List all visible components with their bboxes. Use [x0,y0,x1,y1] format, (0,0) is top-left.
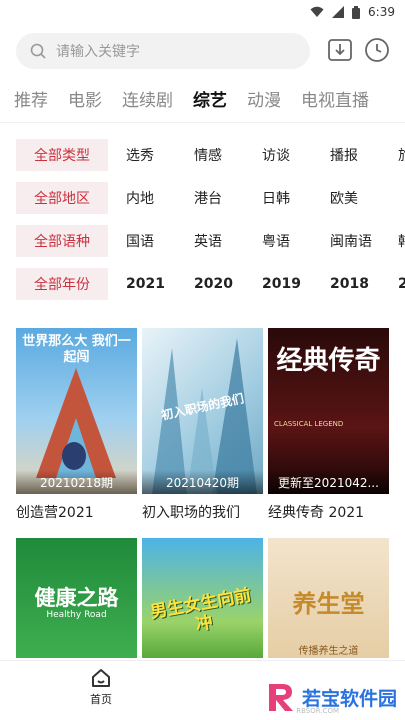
poster-title-text: 世界那么大 我们一起闯 [22,334,131,365]
watermark-logo-icon [268,684,293,711]
poster-title-text: 健康之路 [34,586,119,610]
content-card[interactable]: 养生堂 传播养生之道 [268,538,389,658]
signal-icon [332,6,345,18]
tab-recommend[interactable]: 推荐 [14,86,48,116]
poster-image: 养生堂 传播养生之道 [268,538,389,658]
wifi-icon [310,6,324,17]
filter-option[interactable]: 港台 [194,188,244,208]
content-card[interactable]: 世界那么大 我们一起闯 20210218期 创造营2021 [16,328,137,522]
tab-movie[interactable]: 电影 [68,86,102,116]
filter-head-language[interactable]: 全部语种 [16,225,108,257]
filter-option[interactable]: 2018 [330,276,380,292]
poster-image: 世界那么大 我们一起闯 20210218期 [16,328,137,494]
filter-option[interactable]: 访谈 [262,145,312,165]
search-input[interactable]: 请输入关键字 [16,33,310,69]
search-icon [30,43,46,59]
filter-option[interactable]: 2019 [262,276,312,292]
filter-option[interactable]: 英语 [194,231,244,251]
status-bar: 6:39 [0,0,405,24]
search-row: 请输入关键字 [16,33,393,69]
poster-title-text: 经典传奇 [276,346,381,376]
poster-title-text: 男生女生向前冲 [148,585,253,636]
filter-option[interactable]: 20 [398,276,405,292]
filter-option[interactable]: 欧美 [330,188,380,208]
filter-option[interactable]: 内地 [126,188,176,208]
filter-option[interactable]: 旅游 [398,145,405,165]
tab-variety[interactable]: 综艺 [193,86,227,116]
tab-series[interactable]: 连续剧 [122,86,173,116]
filter-option[interactable]: 选秀 [126,145,176,165]
battery-icon [352,5,361,19]
filter-option[interactable]: 韩 [398,231,405,251]
filter-row-type: 全部类型 选秀 情感 访谈 播报 旅游 [16,139,405,171]
poster-image: 健康之路 Healthy Road [16,538,137,658]
poster-subtitle-text: Healthy Road [46,610,107,620]
watermark-url: RBSOR.COM [296,707,339,715]
filter-option[interactable]: 日韩 [262,188,312,208]
card-title: 初入职场的我们 [142,505,240,521]
filter-row-language: 全部语种 国语 英语 粤语 闽南语 韩 [16,225,405,257]
filter-option[interactable]: 2021 [126,276,176,292]
filter-row-region: 全部地区 内地 港台 日韩 欧美 [16,182,405,214]
tab-tv-live[interactable]: 电视直播 [301,86,369,116]
history-icon[interactable] [363,36,391,64]
poster-caption: 20210218期 [16,470,137,494]
content-card[interactable]: 健康之路 Healthy Road [16,538,137,658]
watermark: 若宝软件园 RBSOR.COM [264,680,397,715]
filter-option[interactable]: 播报 [330,145,380,165]
poster-subtitle-text: CLASSICAL LEGEND [274,420,344,428]
nav-home-label: 首页 [90,693,112,706]
bottom-nav: 首页 若宝软件园 RBSOR.COM [0,660,405,720]
poster-image: 男生女生向前冲 [142,538,263,658]
poster-caption: 更新至2021042... [268,470,389,494]
home-icon [92,669,110,687]
filter-option[interactable]: 粤语 [262,231,312,251]
poster-title-text: 养生堂 [292,590,365,618]
filter-row-year: 全部年份 2021 2020 2019 2018 20 [16,268,405,300]
tab-anime[interactable]: 动漫 [247,86,281,116]
nav-home[interactable]: 首页 [84,667,118,707]
card-title: 创造营2021 [16,505,94,521]
filter-head-year[interactable]: 全部年份 [16,268,108,300]
poster-subtitle-text: 传播养生之道 [298,646,359,657]
filter-option[interactable]: 国语 [126,231,176,251]
search-placeholder: 请输入关键字 [56,44,140,60]
content-card[interactable]: 初入职场的我们 20210420期 初入职场的我们 [142,328,263,522]
filter-option[interactable]: 2020 [194,276,244,292]
card-title: 经典传奇 2021 [268,505,365,521]
download-icon[interactable] [326,36,354,64]
filter-head-region[interactable]: 全部地区 [16,182,108,214]
poster-image: 初入职场的我们 20210420期 [142,328,263,494]
tabs-divider [0,122,405,123]
status-time: 6:39 [368,5,395,19]
filter-option[interactable]: 情感 [194,145,244,165]
poster-image: 经典传奇 CLASSICAL LEGEND 更新至2021042... [268,328,389,494]
content-card[interactable]: 男生女生向前冲 [142,538,263,658]
content-card[interactable]: 经典传奇 CLASSICAL LEGEND 更新至2021042... 经典传奇… [268,328,389,522]
filter-option[interactable]: 闽南语 [330,231,380,251]
category-tabs: 推荐 电影 连续剧 综艺 动漫 电视直播 [14,86,405,116]
poster-caption: 20210420期 [142,470,263,494]
filter-head-type[interactable]: 全部类型 [16,139,108,171]
